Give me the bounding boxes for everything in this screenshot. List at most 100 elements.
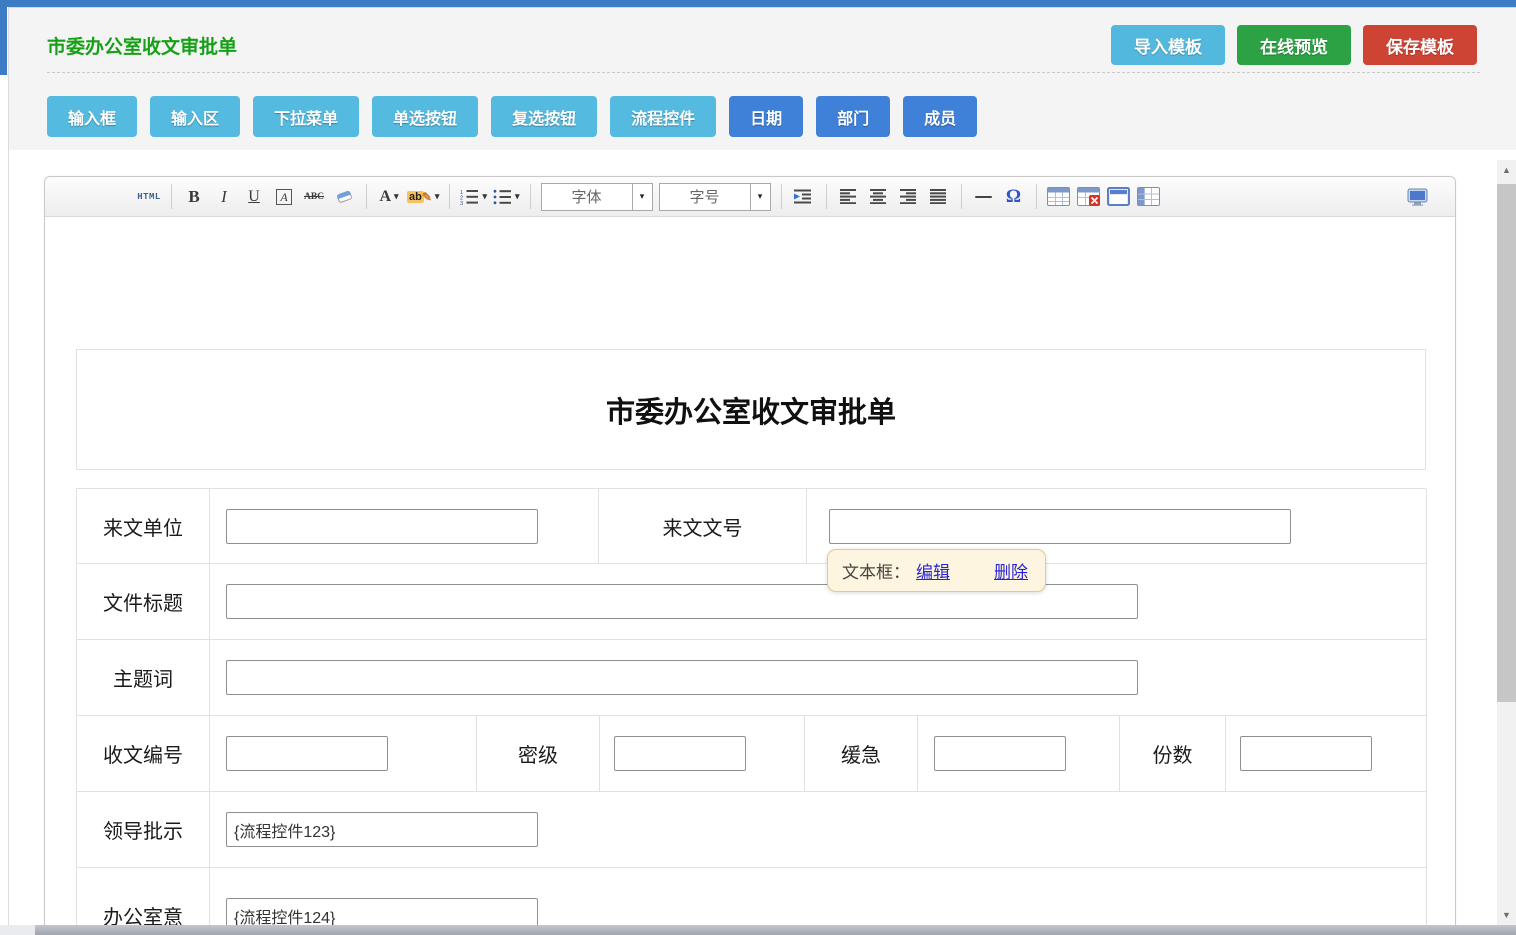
delete-table-icon bbox=[1077, 187, 1100, 206]
form-table: 来文单位 来文文号 文件标题 主题词 收文编号 密级 bbox=[76, 488, 1426, 935]
font-size-select[interactable]: 字号 ▾ bbox=[659, 183, 771, 211]
header-divider bbox=[47, 72, 1480, 73]
unordered-list-button[interactable]: ▾ bbox=[493, 184, 520, 210]
align-left-button[interactable] bbox=[837, 184, 861, 210]
toolbar-separator bbox=[366, 184, 367, 209]
chevron-down-icon[interactable]: ▾ bbox=[750, 184, 770, 210]
window-left-edge bbox=[0, 7, 7, 75]
keywords-label: 主题词 bbox=[113, 663, 173, 692]
eraser-button[interactable] bbox=[332, 184, 356, 210]
font-family-select[interactable]: 字体 ▾ bbox=[541, 183, 653, 211]
ordered-list-icon: 123 bbox=[460, 189, 479, 205]
leader-comments-input[interactable] bbox=[226, 812, 538, 847]
preview-online-button[interactable]: 在线预览 bbox=[1237, 25, 1351, 65]
bold-button[interactable]: B bbox=[182, 184, 206, 210]
label-cell: 文件标题 bbox=[77, 564, 210, 640]
insert-table-button[interactable] bbox=[1047, 184, 1071, 210]
form-title: 市委办公室收文审批单 bbox=[606, 389, 896, 431]
chevron-down-icon: ▾ bbox=[435, 191, 440, 202]
ordered-list-button[interactable]: 123 ▾ bbox=[460, 184, 487, 210]
cell-properties-icon bbox=[1137, 187, 1160, 206]
receipt-number-input[interactable] bbox=[226, 736, 388, 771]
urgency-label: 缓急 bbox=[841, 739, 881, 768]
window-top-edge bbox=[0, 0, 1516, 7]
copies-label: 份数 bbox=[1153, 739, 1193, 768]
keywords-input[interactable] bbox=[226, 660, 1138, 695]
delete-field-link[interactable]: 删除 bbox=[994, 558, 1028, 583]
urgency-input[interactable] bbox=[934, 736, 1066, 771]
table-row: 文件标题 bbox=[77, 564, 1426, 640]
horizontal-scrollbar-thumb[interactable] bbox=[35, 925, 1516, 935]
cell-properties-button[interactable] bbox=[1137, 184, 1161, 210]
fullscreen-icon bbox=[1407, 188, 1428, 206]
font-size-value: 字号 bbox=[660, 186, 750, 207]
security-level-input[interactable] bbox=[614, 736, 746, 771]
highlight-color-button[interactable]: ab✎▾ bbox=[407, 184, 439, 210]
scroll-down-arrow[interactable]: ▼ bbox=[1497, 905, 1516, 925]
chevron-down-icon[interactable]: ▾ bbox=[632, 184, 652, 210]
input-cell bbox=[210, 792, 1427, 868]
input-cell bbox=[210, 489, 599, 564]
add-date-button[interactable]: 日期 bbox=[729, 96, 803, 137]
input-cell bbox=[210, 640, 1427, 716]
label-cell: 来文单位 bbox=[77, 489, 210, 564]
source-unit-input[interactable] bbox=[226, 509, 538, 544]
align-center-button[interactable] bbox=[867, 184, 891, 210]
italic-button[interactable]: I bbox=[212, 184, 236, 210]
bottom-bar bbox=[0, 925, 1516, 935]
font-color-icon: A bbox=[379, 188, 391, 206]
input-cell bbox=[918, 716, 1120, 792]
toolbar-separator bbox=[449, 184, 450, 209]
add-department-button[interactable]: 部门 bbox=[816, 96, 890, 137]
horizontal-rule-button[interactable] bbox=[972, 184, 996, 210]
add-input-box-button[interactable]: 输入框 bbox=[47, 96, 137, 137]
align-center-icon bbox=[870, 189, 888, 204]
editor-canvas[interactable]: 市委办公室收文审批单 来文单位 来文文号 文件标题 主题词 bbox=[45, 217, 1455, 935]
vertical-scrollbar[interactable]: ▲ ▼ bbox=[1497, 160, 1516, 925]
strikethrough-button[interactable]: ABC bbox=[302, 184, 326, 210]
page-title: 市委办公室收文审批单 bbox=[47, 32, 237, 59]
add-radio-button[interactable]: 单选按钮 bbox=[372, 96, 478, 137]
copies-input[interactable] bbox=[1240, 736, 1372, 771]
font-color-button[interactable]: A▾ bbox=[377, 184, 401, 210]
align-right-button[interactable] bbox=[897, 184, 921, 210]
save-template-button[interactable]: 保存模板 bbox=[1363, 25, 1477, 65]
delete-table-button[interactable] bbox=[1077, 184, 1101, 210]
add-textarea-button[interactable]: 输入区 bbox=[150, 96, 240, 137]
input-cell bbox=[210, 564, 1427, 640]
underline-button[interactable]: U bbox=[242, 184, 266, 210]
table-properties-button[interactable] bbox=[1107, 184, 1131, 210]
indent-button[interactable] bbox=[792, 184, 816, 210]
svg-text:3: 3 bbox=[460, 201, 463, 205]
add-member-button[interactable]: 成员 bbox=[903, 96, 977, 137]
chevron-down-icon: ▾ bbox=[515, 191, 520, 202]
import-template-button[interactable]: 导入模板 bbox=[1111, 25, 1225, 65]
align-justify-button[interactable] bbox=[927, 184, 951, 210]
indent-icon bbox=[794, 189, 813, 205]
add-checkbox-button[interactable]: 复选按钮 bbox=[491, 96, 597, 137]
template-actions: 导入模板 在线预览 保存模板 bbox=[1111, 25, 1477, 65]
input-cell bbox=[1226, 716, 1427, 792]
align-right-icon bbox=[900, 189, 918, 204]
input-cell bbox=[600, 716, 805, 792]
toolbar-separator bbox=[1036, 184, 1037, 209]
char-border-button[interactable]: A bbox=[272, 184, 296, 210]
form-title-box: 市委办公室收文审批单 bbox=[76, 349, 1426, 470]
fullscreen-button[interactable] bbox=[1405, 184, 1429, 210]
scrollbar-thumb[interactable] bbox=[1497, 184, 1516, 702]
label-cell: 密级 bbox=[477, 716, 600, 792]
toolbar-separator bbox=[826, 184, 827, 209]
special-character-button[interactable]: Ω bbox=[1002, 184, 1026, 210]
document-title-label: 文件标题 bbox=[103, 587, 183, 616]
font-family-value: 字体 bbox=[542, 186, 632, 207]
label-cell: 收文编号 bbox=[77, 716, 210, 792]
add-flow-control-button[interactable]: 流程控件 bbox=[610, 96, 716, 137]
table-row: 来文单位 来文文号 bbox=[77, 489, 1426, 564]
edit-field-link[interactable]: 编辑 bbox=[916, 558, 950, 583]
table-row: 收文编号 密级 缓急 份数 bbox=[77, 716, 1426, 792]
document-number-label: 来文文号 bbox=[663, 512, 743, 541]
document-number-input[interactable] bbox=[829, 509, 1291, 544]
html-source-button[interactable]: HTML bbox=[137, 184, 161, 210]
scroll-up-arrow[interactable]: ▲ bbox=[1497, 160, 1516, 180]
add-dropdown-button[interactable]: 下拉菜单 bbox=[253, 96, 359, 137]
